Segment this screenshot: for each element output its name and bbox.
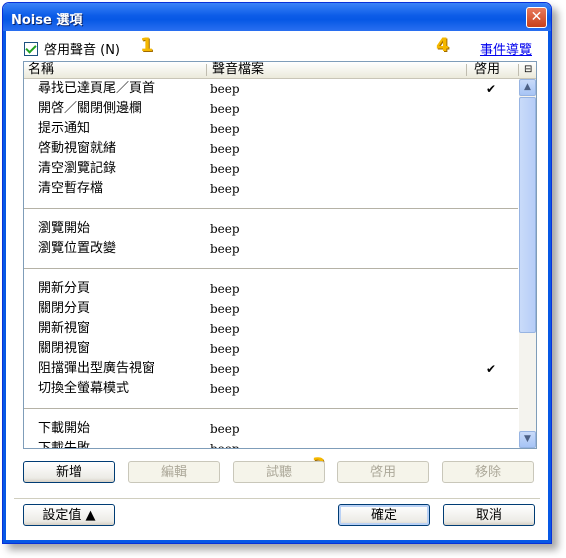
enable-sound-label[interactable]: 啓用聲音 (N) [44,39,120,58]
event-name: 開啓／關閉側邊欄 [38,101,143,116]
event-name: 關閉分頁 [38,301,91,316]
event-name: 提示通知 [38,121,91,136]
sound-events-list[interactable]: 名稱 聲音檔案 啓用 ⊟ 尋找已達頁尾／頁首 beep ✔ 開啓／關閉側邊欄 beep 提… [23,61,537,449]
column-header-sound[interactable]: 聲音檔案 [208,62,264,78]
list-item[interactable]: 瀏覽開始 beep [24,219,518,239]
sound-file: beep [210,382,240,396]
scroll-up-icon[interactable]: ▲ [519,79,536,96]
event-name: 清空暫存檔 [38,181,104,196]
window-title: Noise 選項 [11,13,83,28]
list-item[interactable]: 開新分頁 beep [24,279,518,299]
column-picker-icon[interactable]: ⊟ [520,62,532,78]
sound-file: beep [210,102,240,116]
preview-button[interactable]: 試聽 [233,461,325,483]
event-name: 下載失敗 [38,439,90,448]
remove-button[interactable]: 移除 [442,461,534,483]
cancel-button[interactable]: 取消 [443,504,535,526]
event-name: 切換全螢幕模式 [38,381,130,396]
list-item[interactable]: 切換全螢幕模式 beep [24,379,518,399]
sound-file: beep [210,142,240,156]
list-item[interactable]: 阻擋彈出型廣告視窗 beep ✔ [24,359,518,379]
dialog-body: 啓用聲音 (N) 1 2 3 4 事件導覽 名稱 聲音檔案 啓用 ⊟ 尋找已達頁… [3,31,551,543]
ok-button[interactable]: 確定 [338,504,430,526]
scroll-thumb[interactable] [519,97,536,333]
sound-file: beep [210,282,240,296]
enable-button[interactable]: 啓用 [337,461,429,483]
list-rows: 尋找已達頁尾／頁首 beep ✔ 開啓／關閉側邊欄 beep 提示通知 beep 啓動視窗就緒… [24,79,518,448]
event-name: 開新視窗 [38,321,91,336]
list-item[interactable]: 啓動視窗就緒 beep [24,139,518,159]
event-name: 下載開始 [38,421,91,436]
group-divider [24,208,518,209]
sound-file: beep [210,362,240,376]
group-divider [24,408,518,409]
list-item[interactable]: 清空暫存檔 beep [24,179,518,199]
list-item[interactable]: 提示通知 beep [24,119,518,139]
sound-file: beep [210,439,240,448]
list-header: 名稱 聲音檔案 啓用 ⊟ [24,62,536,79]
event-name: 瀏覽開始 [38,221,91,236]
sound-file: beep [210,322,240,336]
event-name: 開新分頁 [38,281,91,296]
close-icon: ✕ [530,9,543,25]
event-name: 阻擋彈出型廣告視窗 [38,361,156,376]
column-header-name[interactable]: 名稱 [24,62,54,78]
event-name: 啓動視窗就緒 [38,141,117,156]
event-name: 清空瀏覽記錄 [38,161,117,176]
sound-file: beep [210,342,240,356]
enable-sound-row[interactable]: 啓用聲音 (N) [24,39,120,58]
event-name: 關閉視窗 [38,341,91,356]
add-button[interactable]: 新增 [23,461,115,483]
settings-menu-button[interactable]: 設定值 ▲ [23,504,115,526]
enabled-check-icon: ✔ [486,362,497,376]
scroll-down-icon[interactable]: ▼ [519,431,536,448]
event-guide-link[interactable]: 事件導覽 [480,39,532,58]
annotation-marker-1: 1 [140,34,154,56]
list-item[interactable]: 開啓／關閉側邊欄 beep [24,99,518,119]
list-item[interactable]: 關閉分頁 beep [24,299,518,319]
list-item[interactable]: 清空瀏覽記錄 beep [24,159,518,179]
enabled-check-icon: ✔ [486,82,497,96]
title-bar[interactable]: Noise 選項 ✕ [3,3,551,31]
sound-file: beep [210,122,240,136]
list-item[interactable]: 尋找已達頁尾／頁首 beep ✔ [24,79,518,99]
list-item[interactable]: 下載開始 beep [24,419,518,439]
list-item[interactable]: 開新視窗 beep [24,319,518,339]
group-divider [24,268,518,269]
list-item[interactable]: 關閉視窗 beep [24,339,518,359]
sound-file: beep [210,302,240,316]
annotation-marker-4: 4 [436,34,450,56]
vertical-scrollbar[interactable]: ▲ ▼ [519,79,536,448]
event-name: 瀏覽位置改變 [38,241,117,256]
enable-sound-checkbox[interactable] [24,41,38,56]
list-item[interactable]: 瀏覽位置改變 beep [24,239,518,259]
edit-button[interactable]: 編輯 [128,461,220,483]
close-button[interactable]: ✕ [526,7,547,28]
list-item[interactable]: 下載失敗 beep [24,439,518,448]
sound-file: beep [210,182,240,196]
sound-file: beep [210,242,240,256]
event-name: 尋找已達頁尾／頁首 [38,81,156,96]
sound-file: beep [210,82,240,96]
column-header-enabled[interactable]: 啓用 [470,62,500,78]
sound-file: beep [210,422,240,436]
sound-file: beep [210,162,240,176]
sound-file: beep [210,222,240,236]
noise-options-window: Noise 選項 ✕ 啓用聲音 (N) 1 2 3 4 事件導覽 名稱 聲音檔案… [2,2,552,544]
